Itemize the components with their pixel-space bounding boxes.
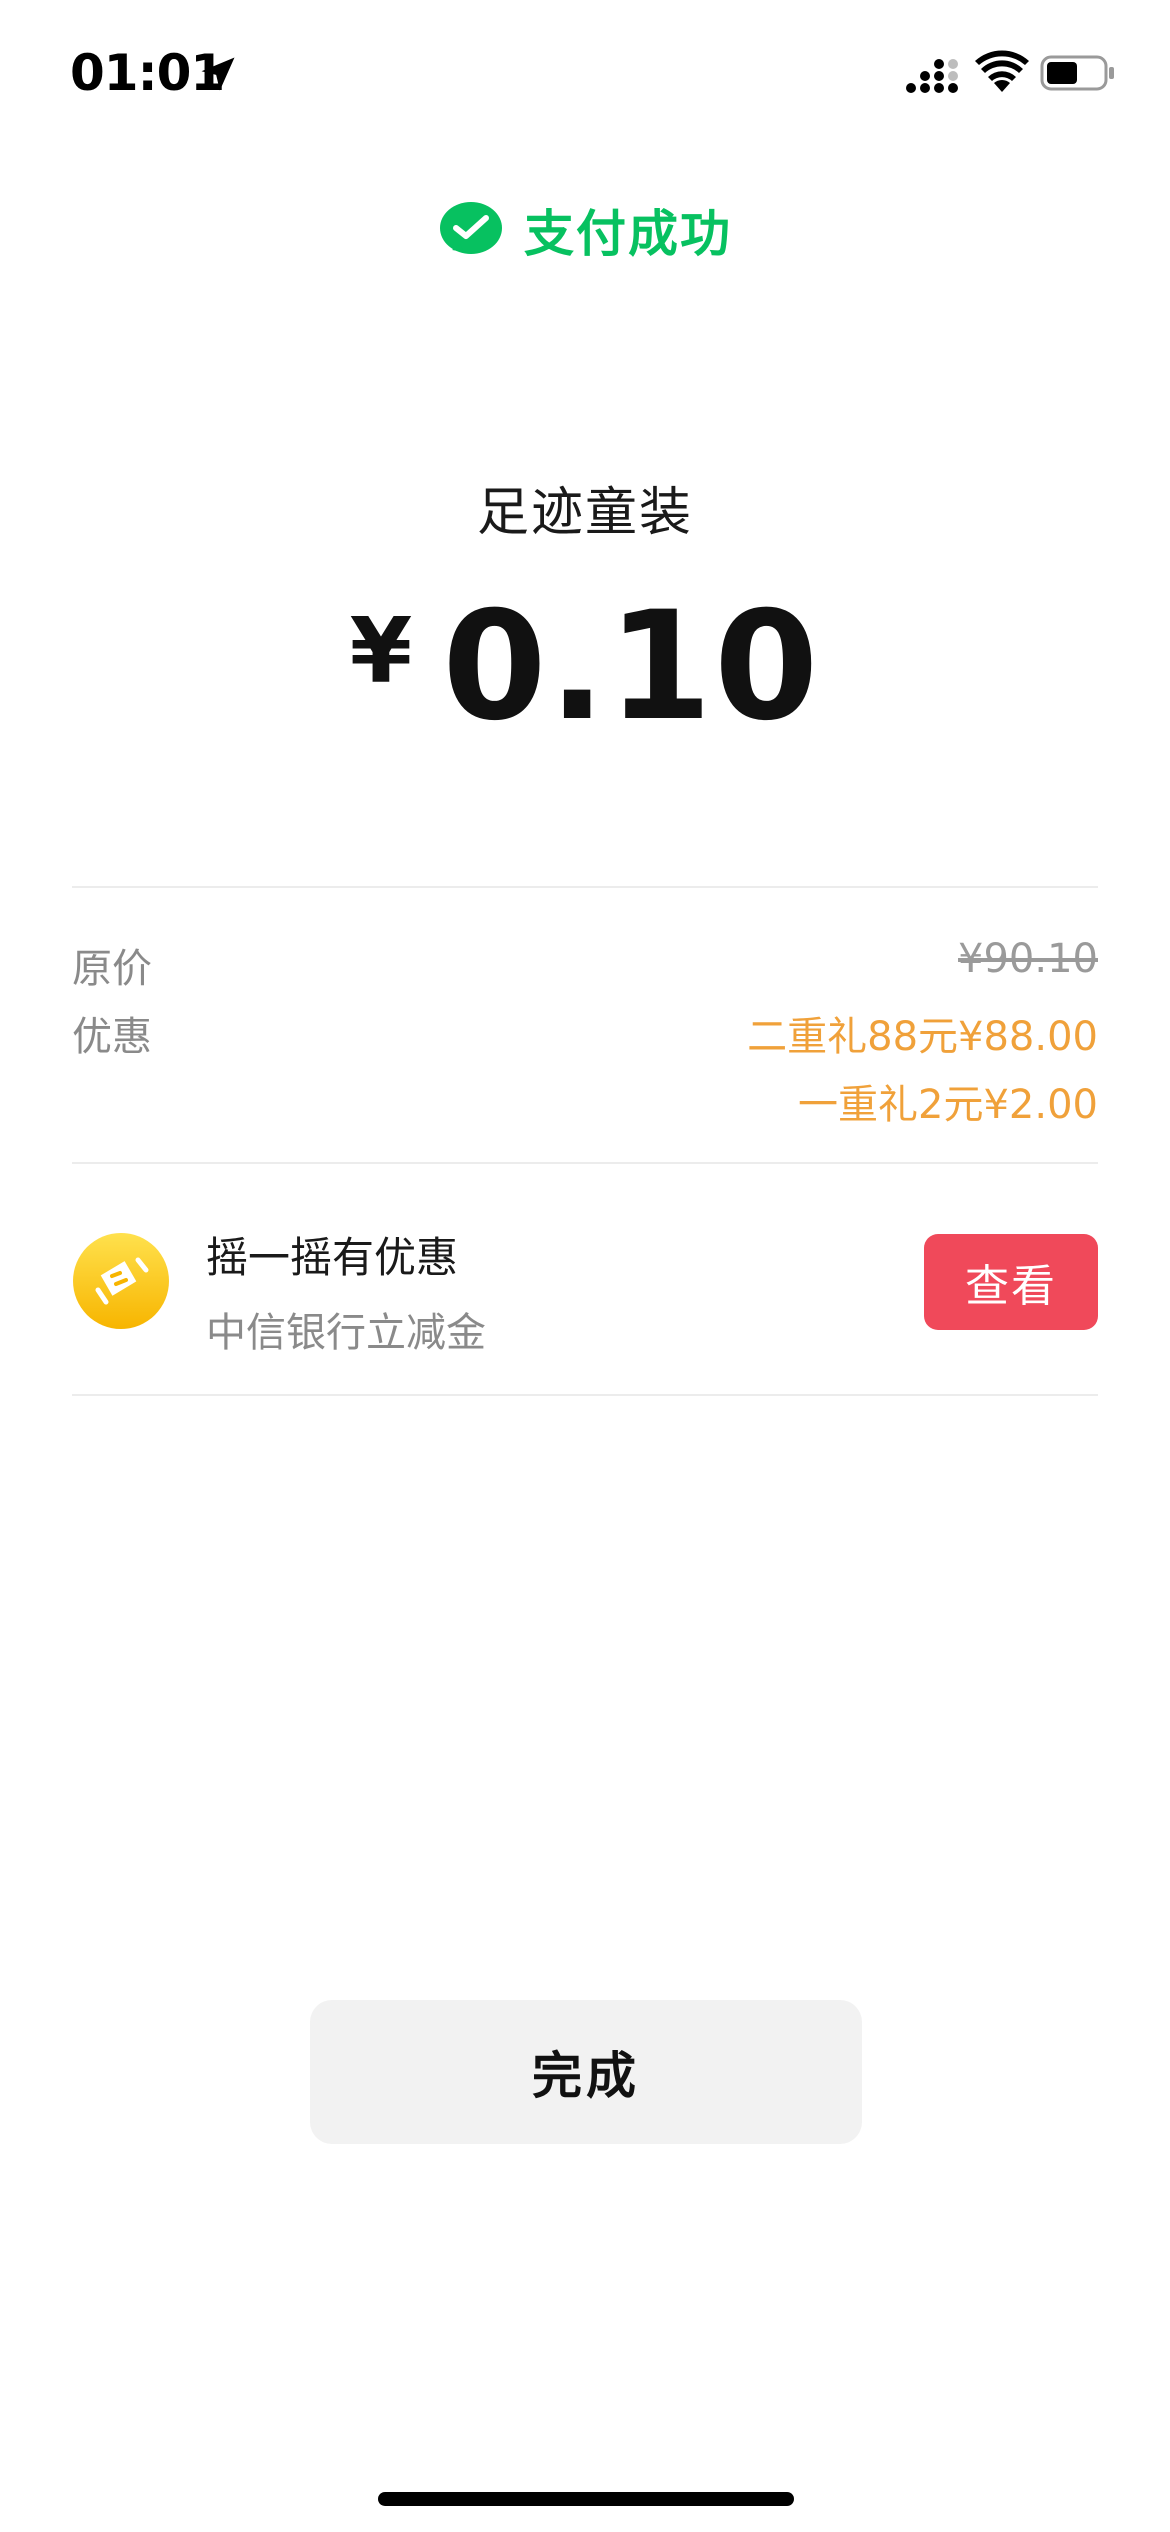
discount-row: 优惠 二重礼88元¥88.00 (72, 1004, 1098, 1064)
amount-value: 0.10 (442, 580, 821, 754)
battery-icon (1040, 55, 1114, 91)
original-price-value: ¥90.10 (958, 936, 1098, 982)
discount-row-2: 一重礼2元¥2.00 (72, 1072, 1098, 1132)
wechat-pay-icon (440, 202, 502, 254)
promo-subtitle: 中信银行立减金 (206, 1310, 486, 1356)
discount-item: 二重礼88元¥88.00 (747, 1014, 1098, 1060)
original-price-row: 原价 ¥90.10 (72, 936, 1098, 996)
shake-coupon-icon (73, 1233, 169, 1329)
payment-success-title: 支付成功 (524, 205, 732, 263)
status-bar: 01:01 (0, 0, 1170, 150)
merchant-name: 足迹童装 (476, 483, 693, 543)
payment-amount: ¥ 0.10 (0, 580, 1170, 754)
location-arrow-icon (201, 57, 235, 91)
divider (72, 1162, 1098, 1164)
currency-symbol: ¥ (349, 599, 413, 704)
original-price-label: 原价 (72, 946, 152, 992)
discount-item: 一重礼2元¥2.00 (798, 1082, 1098, 1128)
divider (72, 1394, 1098, 1396)
view-button[interactable]: 查看 (924, 1234, 1098, 1330)
payment-status-header: 支付成功 (0, 190, 1170, 270)
promo-title: 摇一摇有优惠 (206, 1233, 459, 1282)
home-indicator[interactable] (378, 2492, 794, 2506)
cellular-signal-icon (906, 59, 958, 93)
divider (72, 886, 1098, 888)
discount-label: 优惠 (72, 1014, 152, 1060)
done-button[interactable]: 完成 (310, 2000, 862, 2144)
wifi-icon (975, 50, 1029, 92)
shake-promo-card: 摇一摇有优惠 中信银行立减金 查看 (72, 1210, 1098, 1360)
payment-success-screen: 01:01 支付成功 足迹童装 ¥ 0.10 原价 ¥90.10 优惠 二重礼8… (0, 0, 1170, 2532)
